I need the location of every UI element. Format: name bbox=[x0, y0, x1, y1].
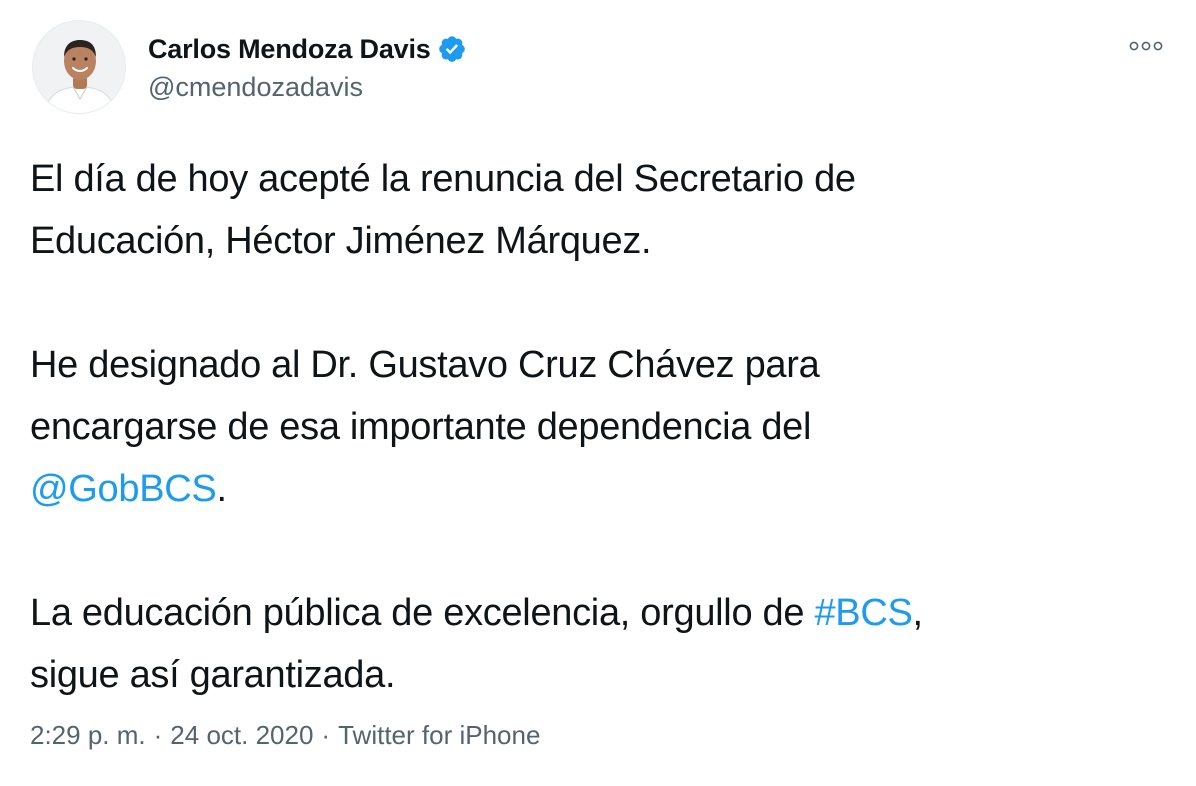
tweet-text: El día de hoy acepté la renuncia del Sec… bbox=[30, 148, 1170, 706]
tweet-paragraph-2-line-1: He designado al Dr. Gustavo Cruz Chávez … bbox=[30, 344, 820, 386]
avatar-portrait-icon bbox=[33, 21, 125, 113]
hashtag-link[interactable]: #BCS bbox=[814, 592, 912, 634]
text-segment: La educación pública de excelencia, orgu… bbox=[30, 592, 815, 634]
separator-dot: · bbox=[153, 720, 163, 750]
punctuation: , bbox=[912, 592, 924, 634]
tweet-time[interactable]: 2:29 p. m. bbox=[30, 720, 146, 750]
tweet-paragraph-1-line-1: El día de hoy acepté la renuncia del Sec… bbox=[30, 158, 856, 200]
punctuation: . bbox=[216, 468, 227, 510]
author-name-row: Carlos Mendoza Davis bbox=[148, 31, 467, 67]
tweet-source-link[interactable]: Twitter for iPhone bbox=[338, 720, 540, 750]
verified-badge-icon bbox=[437, 34, 467, 64]
tweet-date[interactable]: 24 oct. 2020 bbox=[170, 720, 313, 750]
tweet-paragraph-2-line-3: @GobBCS. bbox=[30, 458, 1170, 520]
mention-link[interactable]: @GobBCS bbox=[30, 468, 217, 510]
tweet-paragraph-1-line-2: Educación, Héctor Jiménez Márquez. bbox=[30, 220, 652, 262]
tweet-paragraph-2-line-2: encargarse de esa importante dependencia… bbox=[30, 406, 812, 448]
separator-dot: · bbox=[321, 720, 331, 750]
tweet-paragraph-3-line-1: La educación pública de excelencia, orgu… bbox=[30, 582, 1170, 644]
author-display-name[interactable]: Carlos Mendoza Davis bbox=[148, 34, 431, 65]
more-options-button[interactable] bbox=[1124, 32, 1168, 60]
tweet-paragraph-3-line-2: sigue así garantizada. bbox=[30, 654, 396, 696]
avatar[interactable] bbox=[32, 20, 126, 114]
more-horizontal-icon bbox=[1129, 41, 1163, 51]
tweet-card: Carlos Mendoza Davis @cmendozadavis El d… bbox=[0, 0, 1196, 786]
tweet-metadata: 2:29 p. m. · 24 oct. 2020 · Twitter for iPho… bbox=[30, 720, 540, 751]
author-handle[interactable]: @cmendozadavis bbox=[148, 72, 363, 103]
